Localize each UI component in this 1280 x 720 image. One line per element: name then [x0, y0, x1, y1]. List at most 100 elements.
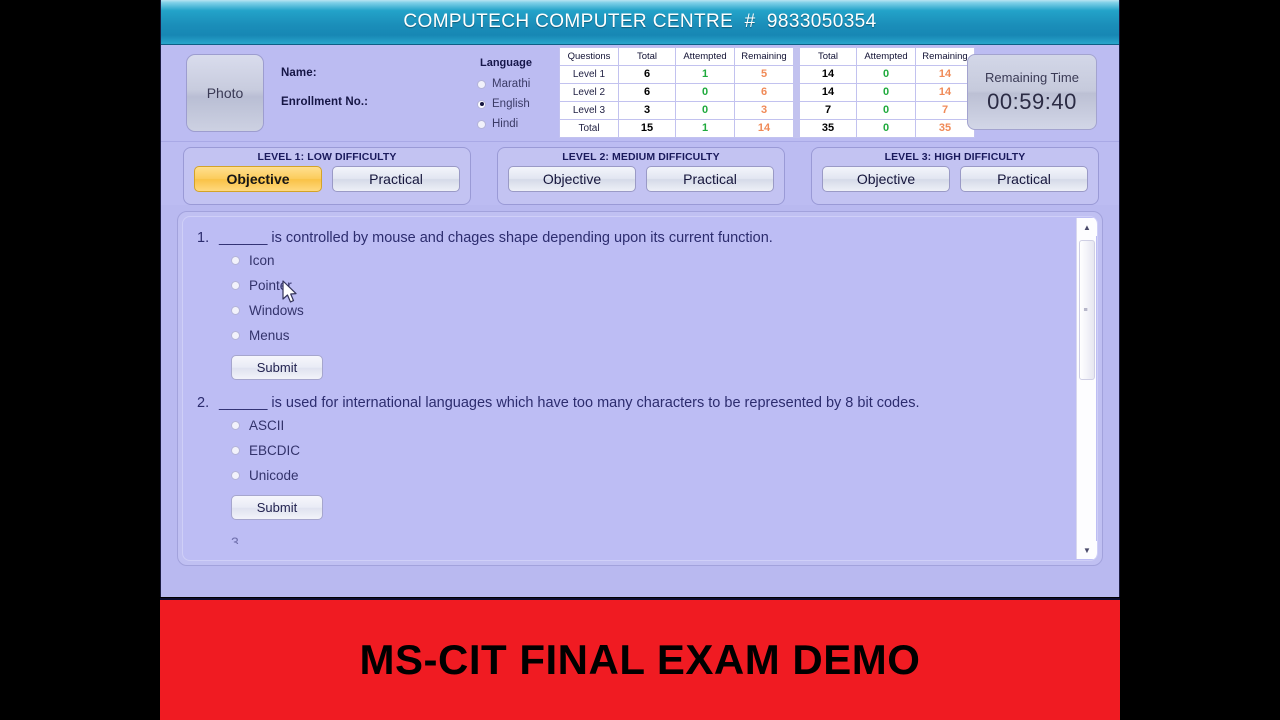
row-label: Total [560, 120, 618, 137]
remaining-time-box: Remaining Time 00:59:40 [967, 54, 1097, 130]
cell-total-a: 15 [619, 120, 675, 137]
question-scrollbar[interactable]: ▲ ≡ ▼ [1076, 218, 1097, 559]
header-total-b: Total [800, 48, 856, 65]
candidate-info-strip: Photo Name: Enrollment No.: Language Mar… [161, 45, 1119, 142]
candidate-fields: Name: Enrollment No.: [281, 67, 368, 125]
option-label: Icon [249, 253, 275, 269]
level-selection-bar: LEVEL 1: LOW DIFFICULTY Objective Practi… [161, 142, 1119, 205]
level-3-title: LEVEL 3: HIGH DIFFICULTY [884, 151, 1026, 163]
question-1-submit-button[interactable]: Submit [231, 355, 323, 381]
level-2-title: LEVEL 2: MEDIUM DIFFICULTY [562, 151, 720, 163]
cell-total-b: 14 [800, 66, 856, 83]
column-spacer [794, 84, 799, 101]
title-bar: COMPUTECH COMPUTER CENTRE # 9833050354 [161, 0, 1119, 45]
question-stats-table: Questions Total Attempted Remaining Tota… [559, 47, 975, 138]
question-1-options: Icon Pointer Windows Menus [231, 253, 1075, 343]
question-1-option-menus[interactable]: Menus [231, 328, 1075, 343]
question-1-option-windows[interactable]: Windows [231, 303, 1075, 318]
level-2-practical-button[interactable]: Practical [646, 166, 774, 192]
column-spacer [794, 48, 799, 65]
question-1: 1. ______ is controlled by mouse and cha… [197, 229, 1075, 392]
language-option-label: Hindi [492, 118, 519, 130]
option-label: EBCDIC [249, 443, 301, 459]
radio-icon[interactable] [477, 119, 486, 129]
language-title: Language [480, 57, 532, 69]
language-option-english[interactable]: English [477, 98, 567, 110]
question-1-text-row: 1. ______ is controlled by mouse and cha… [197, 229, 1075, 248]
radio-icon[interactable] [231, 421, 240, 431]
question-scroll-area[interactable]: 1. ______ is controlled by mouse and cha… [183, 217, 1075, 560]
scrollbar-grip-icon: ≡ [1083, 306, 1088, 314]
question-2-option-ascii[interactable]: ASCII [231, 418, 1075, 433]
question-2: 2. ______ is used for international lang… [197, 394, 1075, 532]
row-label: Level 1 [560, 66, 618, 83]
header-remaining-b: Remaining [916, 48, 974, 65]
level-group-2: LEVEL 2: MEDIUM DIFFICULTY Objective Pra… [497, 147, 785, 205]
name-label: Name: [281, 67, 317, 79]
scroll-down-arrow-icon[interactable]: ▼ [1077, 541, 1097, 559]
radio-icon[interactable] [231, 446, 240, 456]
cell-remaining-b: 14 [916, 66, 974, 83]
language-option-hindi[interactable]: Hindi [477, 118, 567, 130]
table-row: Level 1 6 1 5 14 0 14 [560, 66, 974, 83]
radio-icon[interactable] [231, 281, 240, 291]
question-2-option-unicode[interactable]: Unicode [231, 468, 1075, 483]
question-1-number: 1. [197, 230, 210, 246]
radio-icon[interactable] [231, 471, 240, 481]
question-1-option-pointer[interactable]: Pointer [231, 278, 1075, 293]
radio-icon[interactable] [231, 331, 240, 341]
level-2-objective-button[interactable]: Objective [508, 166, 636, 192]
option-label: Menus [249, 328, 290, 344]
question-3-number: 3. [231, 534, 243, 545]
table-row-total: Total 15 1 14 35 0 35 [560, 120, 974, 137]
level-3-practical-button[interactable]: Practical [960, 166, 1088, 192]
scrollbar-thumb[interactable]: ≡ [1079, 240, 1095, 380]
radio-icon[interactable] [477, 99, 486, 109]
question-2-options: ASCII EBCDIC Unicode [231, 418, 1075, 483]
column-spacer [794, 102, 799, 119]
timer-label: Remaining Time [985, 69, 1079, 85]
demo-banner-text: MS-CIT FINAL EXAM DEMO [359, 636, 921, 683]
language-option-marathi[interactable]: Marathi [477, 78, 567, 90]
radio-icon[interactable] [231, 256, 240, 266]
row-label: Level 2 [560, 84, 618, 101]
table-row: Level 3 3 0 3 7 0 7 [560, 102, 974, 119]
language-option-label: English [492, 98, 530, 110]
radio-icon[interactable] [477, 79, 486, 89]
timer-value: 00:59:40 [987, 88, 1077, 114]
level-1-objective-button[interactable]: Objective [194, 166, 322, 192]
level-group-3: LEVEL 3: HIGH DIFFICULTY Objective Pract… [811, 147, 1099, 205]
cell-remaining-a: 6 [735, 84, 793, 101]
cell-attempted-b: 0 [857, 84, 915, 101]
photo-placeholder: Photo [186, 54, 264, 132]
header-total-a: Total [619, 48, 675, 65]
question-1-text: ______ is controlled by mouse and chages… [219, 230, 773, 246]
cell-remaining-a: 5 [735, 66, 793, 83]
cell-remaining-b: 14 [916, 84, 974, 101]
cell-total-b: 35 [800, 120, 856, 137]
question-2-option-ebcdic[interactable]: EBCDIC [231, 443, 1075, 458]
cell-total-a: 6 [619, 84, 675, 101]
column-spacer [794, 120, 799, 137]
cell-attempted-a: 0 [676, 102, 734, 119]
row-label: Level 3 [560, 102, 618, 119]
question-2-submit-button[interactable]: Submit [231, 495, 323, 521]
level-3-objective-button[interactable]: Objective [822, 166, 950, 192]
level-1-practical-button[interactable]: Practical [332, 166, 460, 192]
option-label: Unicode [249, 468, 299, 484]
photo-label: Photo [206, 85, 244, 101]
radio-icon[interactable] [231, 306, 240, 316]
question-panel: 1. ______ is controlled by mouse and cha… [182, 216, 1098, 561]
enrollment-label: Enrollment No.: [281, 96, 369, 108]
header-attempted-a: Attempted [676, 48, 734, 65]
cell-total-a: 3 [619, 102, 675, 119]
header-remaining-a: Remaining [735, 48, 793, 65]
cell-attempted-b: 0 [857, 102, 915, 119]
cell-total-a: 6 [619, 66, 675, 83]
question-1-option-icon[interactable]: Icon [231, 253, 1075, 268]
option-label: Pointer [249, 278, 292, 294]
scroll-up-arrow-icon[interactable]: ▲ [1077, 218, 1097, 236]
option-label: ASCII [249, 418, 285, 434]
table-row: Level 2 6 0 6 14 0 14 [560, 84, 974, 101]
cell-remaining-a: 14 [735, 120, 793, 137]
